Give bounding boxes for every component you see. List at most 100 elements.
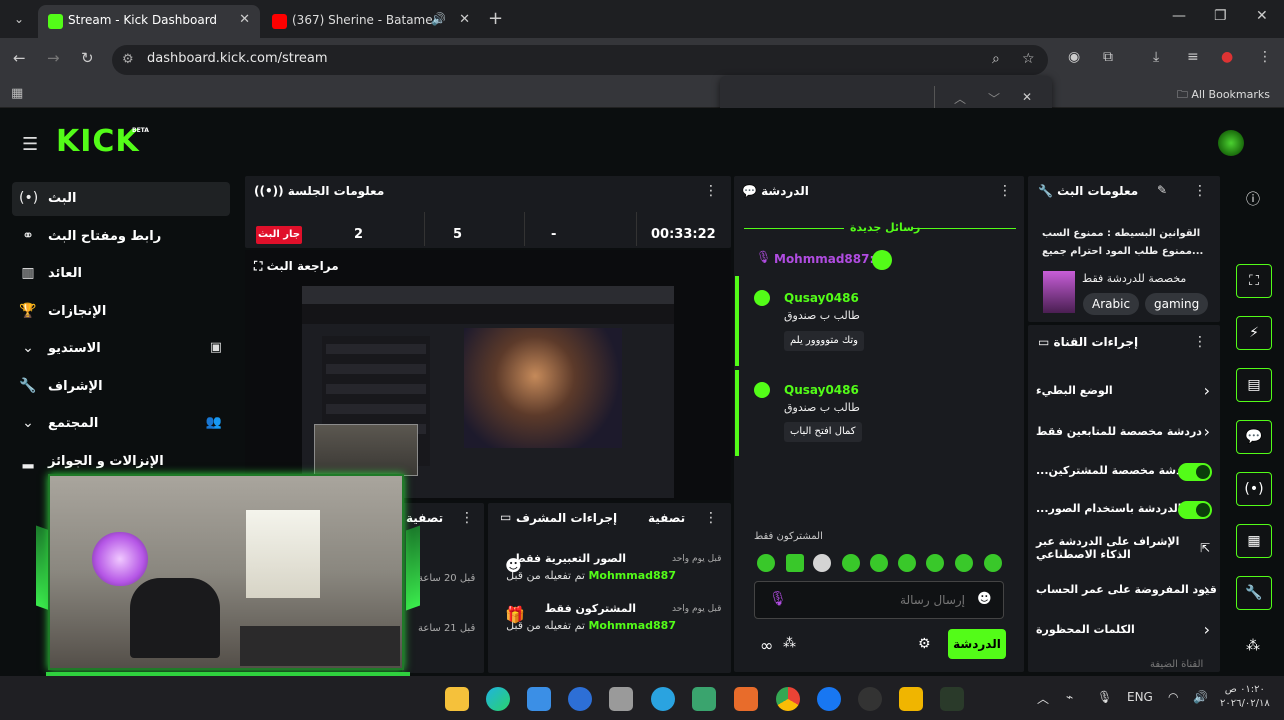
- infinity-icon[interactable]: ∞: [760, 636, 773, 655]
- chat-menu-icon[interactable]: ⋮: [998, 183, 1012, 199]
- hamburger-menu-icon[interactable]: ☰: [22, 134, 38, 155]
- network-icon[interactable]: ⌁: [1066, 690, 1073, 704]
- telegram-icon[interactable]: [651, 687, 675, 711]
- points-icon[interactable]: ⁂: [783, 636, 796, 651]
- tab-search-icon[interactable]: ⌄: [8, 8, 30, 30]
- forward-icon[interactable]: →: [47, 49, 60, 67]
- edit-pencil-icon[interactable]: ✎: [1157, 183, 1167, 197]
- new-tab-icon[interactable]: +: [488, 8, 503, 29]
- rail-chat-button[interactable]: 💬: [1236, 420, 1272, 454]
- mic-icon[interactable]: 🎙: [769, 591, 787, 607]
- tag-arabic[interactable]: Arabic: [1083, 293, 1140, 315]
- emote-9[interactable]: [984, 554, 1002, 572]
- system-clock[interactable]: ٠١:٢٠ ص ٢٠٢٦/٠٢/١٨: [1220, 683, 1270, 711]
- chat-reply-chip[interactable]: كمال افتح الباب: [784, 422, 862, 442]
- tab-youtube[interactable]: (367) Sherine - Batamenak 🔊 ✕: [262, 5, 480, 38]
- speaker-tray-icon[interactable]: 🔊: [1193, 690, 1208, 704]
- lens-icon[interactable]: ⌕: [992, 51, 1000, 67]
- download-icon[interactable]: ⤓: [1153, 49, 1159, 65]
- rail-broadcast-button[interactable]: (•): [1236, 472, 1272, 506]
- emoji-picker-icon[interactable]: ☻: [977, 591, 992, 607]
- sidebar-item-stream[interactable]: (•) البث: [12, 182, 230, 216]
- rail-bolt-button[interactable]: ⚡: [1236, 316, 1272, 350]
- maximize-icon[interactable]: ❐: [1214, 8, 1227, 24]
- browser-menu-icon[interactable]: ⋮: [1258, 49, 1272, 65]
- site-info-icon[interactable]: ⚙: [122, 52, 134, 67]
- rail-wrench-button[interactable]: 🔧: [1236, 576, 1272, 610]
- all-bookmarks[interactable]: 🗀 All Bookmarks: [1177, 86, 1270, 105]
- address-bar[interactable]: ⚙ dashboard.kick.com/stream ⌕ ☆: [112, 45, 1048, 75]
- emote-3[interactable]: [813, 554, 831, 572]
- action-ai-moderation[interactable]: الإشراف على الدردشة عبر الذكاء الاصطناعي…: [1036, 535, 1212, 565]
- info-icon[interactable]: ⓘ: [1246, 189, 1260, 209]
- session-menu-icon[interactable]: ⋮: [704, 183, 718, 199]
- reload-icon[interactable]: ↻: [81, 49, 94, 67]
- emote-8[interactable]: [955, 554, 973, 572]
- r-app-icon[interactable]: [568, 687, 592, 711]
- action-subscribers-only[interactable]: ...الدردشة مخصصة للمشتركين: [1036, 461, 1212, 483]
- mic-tray-icon[interactable]: 🎙: [1097, 690, 1112, 704]
- emote-2[interactable]: [786, 554, 804, 572]
- chrome-icon[interactable]: [776, 687, 800, 711]
- rail-notes-button[interactable]: ▤: [1236, 368, 1272, 402]
- speaker-icon[interactable]: 🔊: [431, 12, 446, 26]
- reading-list-icon[interactable]: ≡: [1187, 49, 1199, 65]
- pinned-username[interactable]: Mohmmad887:: [774, 252, 874, 266]
- facebook-icon[interactable]: [817, 687, 841, 711]
- stream-info-menu-icon[interactable]: ⋮: [1193, 183, 1207, 199]
- chat-username[interactable]: Qusay0486: [784, 383, 859, 397]
- tab-kick-dashboard[interactable]: Stream - Kick Dashboard ✕: [38, 5, 260, 38]
- tray-chevron-icon[interactable]: ︿: [1037, 690, 1049, 707]
- chat-input-box[interactable]: 🎙 ☻: [754, 581, 1004, 619]
- chat-reply-chip[interactable]: وتك متوووور يلم: [784, 331, 865, 351]
- action-slow-mode[interactable]: الوضع البطيء ›: [1036, 381, 1212, 403]
- minimize-icon[interactable]: —: [1172, 8, 1186, 24]
- rail-layout-button[interactable]: ▦: [1236, 524, 1272, 558]
- file-explorer-icon[interactable]: [445, 687, 469, 711]
- mic-app-icon[interactable]: [609, 687, 633, 711]
- sidebar-item-moderation[interactable]: 🔧 الإشراف: [12, 370, 230, 404]
- emote-6[interactable]: [898, 554, 916, 572]
- close-tab-icon[interactable]: ✕: [459, 12, 470, 27]
- user-avatar[interactable]: [1218, 130, 1244, 156]
- sidebar-item-revenue[interactable]: ▥ العائد: [12, 257, 230, 291]
- emotes-only-toggle[interactable]: [1178, 501, 1212, 519]
- channel-actions-menu-icon[interactable]: ⋮: [1193, 334, 1207, 350]
- find-prev-icon[interactable]: ︿: [954, 90, 966, 107]
- close-tab-icon[interactable]: ✕: [239, 12, 250, 27]
- chat-settings-icon[interactable]: ⚙: [918, 636, 931, 652]
- obs-icon[interactable]: [858, 687, 882, 711]
- chat-send-button[interactable]: الدردشة: [948, 629, 1006, 659]
- sidebar-item-achievements[interactable]: 🏆 الإنجازات: [12, 295, 230, 329]
- subscribers-only-toggle[interactable]: [1178, 463, 1212, 481]
- sidebar-item-studio[interactable]: ⌄ الاستديو ▣: [12, 332, 230, 366]
- rail-scan-button[interactable]: ⛶: [1236, 264, 1272, 298]
- emote-1[interactable]: [757, 554, 775, 572]
- game-app-icon[interactable]: [692, 687, 716, 711]
- bookmark-star-icon[interactable]: ☆: [1022, 51, 1035, 67]
- find-close-icon[interactable]: ✕: [1022, 90, 1032, 104]
- emote-5[interactable]: [870, 554, 888, 572]
- tag-gaming[interactable]: gaming: [1145, 293, 1209, 315]
- vpn-app-icon[interactable]: [940, 687, 964, 711]
- action-followers-only[interactable]: دردشة مخصصة للمتابعين فقط ›: [1036, 422, 1212, 444]
- kick-logo[interactable]: KICK: [56, 124, 140, 159]
- points-icon[interactable]: ⁂: [1246, 638, 1260, 654]
- vpn-extension-icon[interactable]: ◉: [1068, 49, 1080, 65]
- emote-7[interactable]: [926, 554, 944, 572]
- extensions-icon[interactable]: ⧉: [1103, 49, 1113, 65]
- profile-icon[interactable]: ●: [1221, 49, 1233, 65]
- chat-username[interactable]: Qusay0486: [784, 291, 859, 305]
- edge-icon[interactable]: [486, 687, 510, 711]
- wifi-icon[interactable]: ◠: [1168, 690, 1178, 704]
- language-indicator[interactable]: ENG: [1127, 690, 1153, 704]
- close-window-icon[interactable]: ✕: [1256, 8, 1268, 24]
- rockstar-icon[interactable]: [899, 687, 923, 711]
- apps-grid-icon[interactable]: ▦: [11, 86, 23, 101]
- action-emotes-only[interactable]: ...الدردشة باستخدام الصور: [1036, 499, 1212, 521]
- sidebar-item-stream-key[interactable]: ⚭ رابط ومفتاح البث: [12, 220, 230, 254]
- back-icon[interactable]: ←: [13, 49, 26, 67]
- store-icon[interactable]: [527, 687, 551, 711]
- chat-message-input[interactable]: [795, 590, 965, 610]
- sidebar-item-community[interactable]: ⌄ المجتمع 👥: [12, 407, 230, 441]
